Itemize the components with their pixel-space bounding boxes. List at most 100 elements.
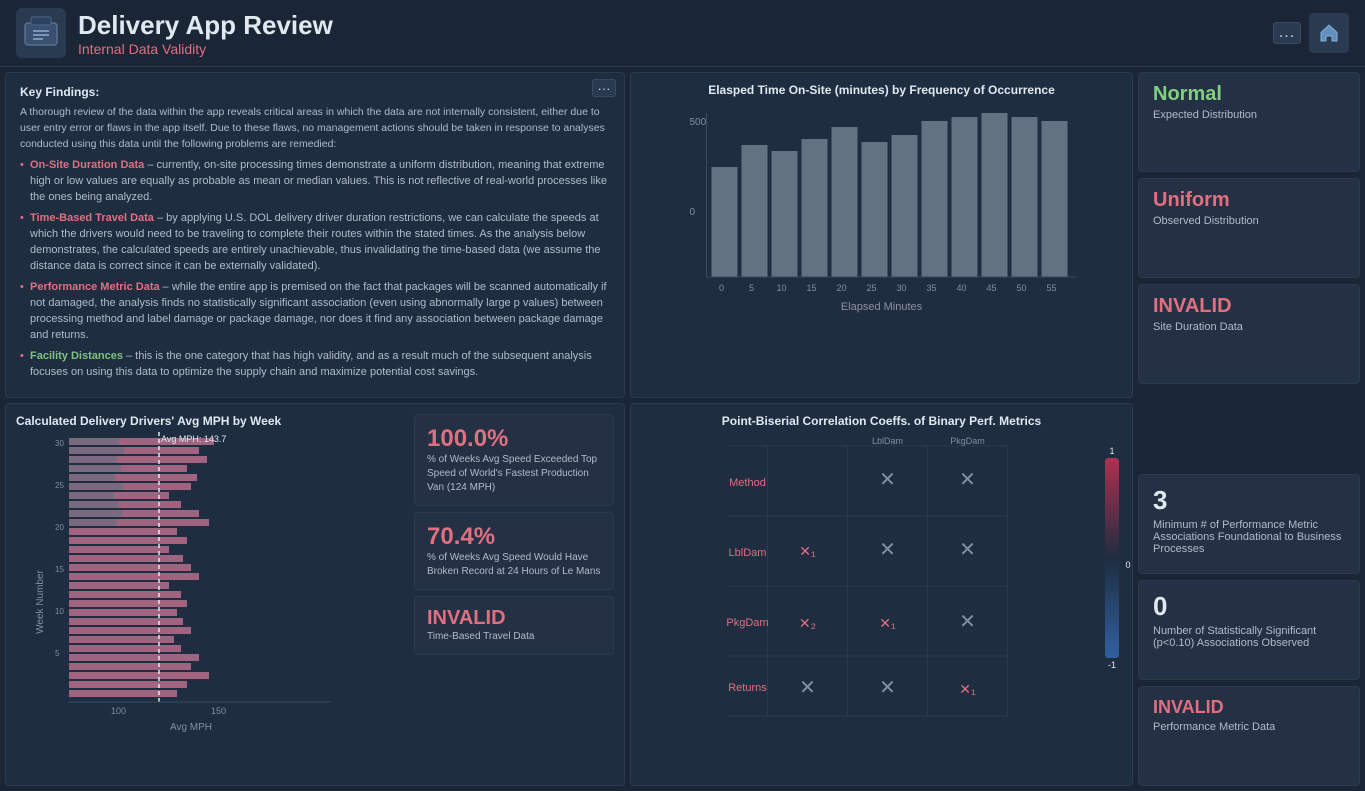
mph-chart-title: Calculated Delivery Drivers' Avg MPH by … <box>16 414 406 428</box>
status-card-normal: Normal Expected Distribution <box>1138 72 1360 172</box>
status-column: Normal Expected Distribution Uniform Obs… <box>1138 72 1360 786</box>
svg-text:55: 55 <box>1046 283 1056 293</box>
svg-text:✕₁: ✕₁ <box>959 681 976 697</box>
svg-text:Week Number: Week Number <box>35 570 46 634</box>
svg-text:✕: ✕ <box>959 539 976 561</box>
stat-box-70: 70.4% % of Weeks Avg Speed Would Have Br… <box>414 512 614 590</box>
svg-text:25: 25 <box>866 283 876 293</box>
legend-min: -1 <box>1108 660 1116 670</box>
svg-text:5: 5 <box>55 649 60 658</box>
stat-invalid-travel-value: INVALID <box>427 607 601 630</box>
list-item: Performance Metric Data – while the enti… <box>20 280 610 344</box>
stat-box-invalid-travel: INVALID Time-Based Travel Data <box>414 596 614 655</box>
status-card-0: 0 Number of Statistically Significant (p… <box>1138 580 1360 680</box>
key-findings-heading: Key Findings: <box>20 85 610 99</box>
stat-0-desc: Number of Statistically Significant (p<0… <box>1153 625 1345 649</box>
svg-text:✕₂: ✕₂ <box>799 615 816 631</box>
key-findings-intro: A thorough review of the data within the… <box>20 105 610 152</box>
correlation-matrix: Method LblDam PkgDam Returns ✕ ✕ ✕₁ <box>641 436 1094 729</box>
stat-100-value: 100.0% <box>427 425 601 453</box>
svg-text:Method: Method <box>729 477 766 489</box>
svg-text:LblDam: LblDam <box>729 547 767 559</box>
header-title-block: Delivery App Review Internal Data Validi… <box>78 10 333 57</box>
svg-text:✕₁: ✕₁ <box>879 615 896 631</box>
svg-text:LblDam: LblDam <box>872 436 903 446</box>
status-invalid-site-label: INVALID <box>1153 295 1345 318</box>
stat-3-label: 3 <box>1153 485 1345 516</box>
status-normal-desc: Expected Distribution <box>1153 109 1345 121</box>
elapsed-chart-title: Elasped Time On-Site (minutes) by Freque… <box>641 83 1122 97</box>
mph-bar-chart-svg: Week Number 30 25 20 15 10 5 <box>16 432 406 772</box>
stat-invalid-travel-desc: Time-Based Travel Data <box>427 630 601 644</box>
highlight-travel: Time-Based Travel Data <box>30 212 154 224</box>
home-icon[interactable] <box>1309 13 1349 53</box>
svg-text:✕: ✕ <box>879 677 896 699</box>
stat-70-value: 70.4% <box>427 523 601 551</box>
correlation-legend: 1 -1 0 <box>1102 436 1122 729</box>
svg-text:45: 45 <box>986 283 996 293</box>
svg-text:500: 500 <box>690 117 707 128</box>
list-item: Time-Based Travel Data – by applying U.S… <box>20 211 610 275</box>
svg-text:35: 35 <box>926 283 936 293</box>
status-card-invalid-perf: INVALID Performance Metric Data <box>1138 686 1360 786</box>
status-invalid-perf-label: INVALID <box>1153 697 1345 718</box>
mph-chart-panel: Calculated Delivery Drivers' Avg MPH by … <box>5 403 625 786</box>
svg-text:10: 10 <box>55 607 64 616</box>
findings-menu-button[interactable]: ··· <box>592 79 616 97</box>
svg-text:5: 5 <box>749 283 754 293</box>
svg-text:15: 15 <box>806 283 816 293</box>
status-uniform-desc: Observed Distribution <box>1153 215 1345 227</box>
svg-text:✕: ✕ <box>959 611 976 633</box>
highlight-on-site: On-Site Duration Data <box>30 159 144 171</box>
status-card-invalid-site: INVALID Site Duration Data <box>1138 284 1360 384</box>
svg-text:0: 0 <box>719 283 724 293</box>
correlation-chart-title: Point-Biserial Correlation Coeffs. of Bi… <box>641 414 1122 428</box>
svg-text:PkgDam: PkgDam <box>950 436 985 446</box>
status-invalid-perf-desc: Performance Metric Data <box>1153 721 1345 733</box>
menu-button[interactable]: ... <box>1273 22 1301 44</box>
status-invalid-site-desc: Site Duration Data <box>1153 321 1345 333</box>
elapsed-bar-chart-svg: 500 0 0 5 10 15 20 25 30 35 40 45 <box>641 105 1122 325</box>
page-title: Delivery App Review <box>78 10 333 41</box>
legend-max: 1 <box>1109 446 1114 456</box>
status-normal-label: Normal <box>1153 83 1345 106</box>
svg-text:50: 50 <box>1016 283 1026 293</box>
svg-text:100: 100 <box>111 706 126 716</box>
highlight-perf: Performance Metric Data <box>30 281 160 293</box>
status-card-uniform: Uniform Observed Distribution <box>1138 178 1360 278</box>
legend-bar <box>1105 458 1119 658</box>
svg-text:20: 20 <box>836 283 846 293</box>
status-uniform-label: Uniform <box>1153 189 1345 212</box>
svg-text:Elapsed Minutes: Elapsed Minutes <box>841 301 923 313</box>
svg-text:30: 30 <box>55 439 64 448</box>
stat-100-desc: % of Weeks Avg Speed Exceeded Top Speed … <box>427 453 601 495</box>
app-icon <box>16 8 66 58</box>
svg-text:Avg MPH: Avg MPH <box>170 722 212 733</box>
svg-text:✕: ✕ <box>959 469 976 491</box>
stat-boxes: 100.0% % of Weeks Avg Speed Exceeded Top… <box>414 414 614 775</box>
svg-text:0: 0 <box>690 207 696 218</box>
elapsed-time-chart: Elasped Time On-Site (minutes) by Freque… <box>630 72 1133 398</box>
correlation-matrix-svg: Method LblDam PkgDam Returns ✕ ✕ ✕₁ <box>641 436 1094 726</box>
stat-3-desc: Minimum # of Performance Metric Associat… <box>1153 519 1345 555</box>
key-findings-list: On-Site Duration Data – currently, on-si… <box>20 158 610 380</box>
highlight-facility: Facility Distances <box>30 350 123 362</box>
stat-70-desc: % of Weeks Avg Speed Would Have Broken R… <box>427 551 601 579</box>
svg-text:30: 30 <box>896 283 906 293</box>
svg-text:15: 15 <box>55 565 64 574</box>
stat-0-label: 0 <box>1153 591 1345 622</box>
svg-text:10: 10 <box>776 283 786 293</box>
svg-text:40: 40 <box>956 283 966 293</box>
svg-text:Returns: Returns <box>728 682 767 694</box>
key-findings-panel: ··· Key Findings: A thorough review of t… <box>5 72 625 398</box>
svg-text:✕: ✕ <box>879 469 896 491</box>
svg-text:150: 150 <box>211 706 226 716</box>
svg-text:✕: ✕ <box>879 539 896 561</box>
svg-text:✕: ✕ <box>799 677 816 699</box>
list-item: On-Site Duration Data – currently, on-si… <box>20 158 610 206</box>
list-item: Facility Distances – this is the one cat… <box>20 349 610 381</box>
svg-text:25: 25 <box>55 481 64 490</box>
mph-chart-area: Calculated Delivery Drivers' Avg MPH by … <box>16 414 406 775</box>
correlation-chart-panel: Point-Biserial Correlation Coeffs. of Bi… <box>630 403 1133 786</box>
svg-text:PkgDam: PkgDam <box>726 617 768 629</box>
